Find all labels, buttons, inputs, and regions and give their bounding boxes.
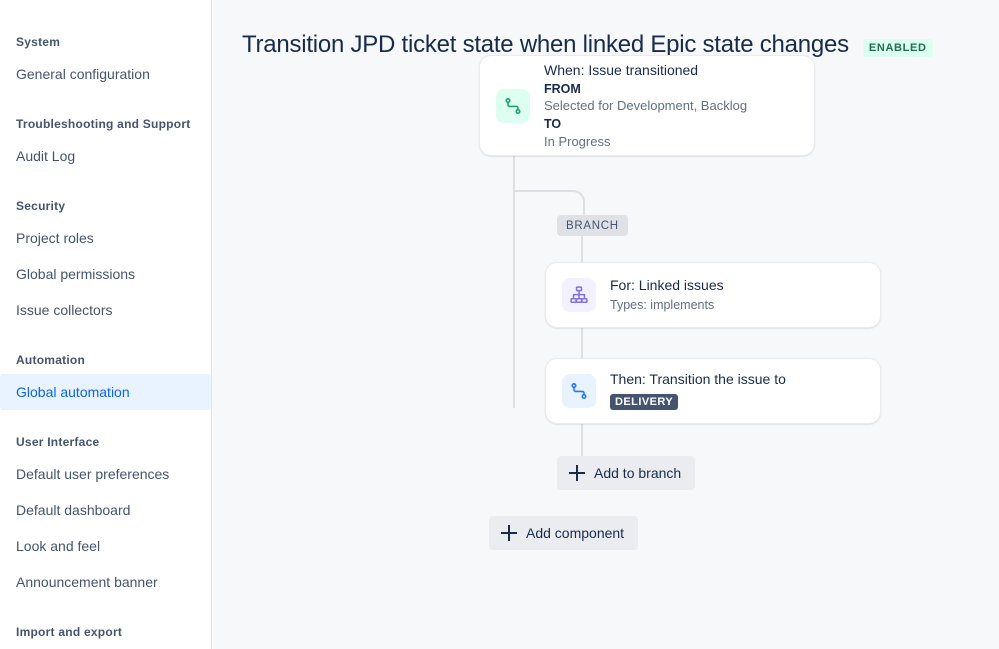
sidebar-section-system: System: [16, 35, 61, 49]
add-to-branch-button[interactable]: Add to branch: [557, 456, 696, 490]
sidebar-item-global-automation[interactable]: Global automation: [0, 374, 211, 410]
trigger-from-value: Selected for Development, Backlog: [544, 98, 748, 114]
branch-action-body: Then: Transition the issue to DELIVERY: [610, 370, 786, 411]
sidebar-item-default-dashboard[interactable]: Default dashboard: [0, 492, 211, 528]
trigger-from-label: FROM: [544, 81, 581, 96]
branch-condition-title: For: Linked issues: [610, 277, 724, 294]
branch-condition-card[interactable]: For: Linked issues Types: implements: [545, 262, 881, 328]
sidebar-section-troubleshooting-and-support: Troubleshooting and Support: [16, 117, 191, 131]
trigger-to-value: In Progress: [544, 133, 611, 149]
status-badge: ENABLED: [862, 39, 933, 57]
plus-icon: [569, 465, 585, 481]
branch-condition-subtitle: Types: implements: [610, 298, 715, 312]
sidebar-item-project-roles[interactable]: Project roles: [0, 220, 211, 256]
trigger-title: When: Issue transitioned: [544, 61, 699, 78]
automation-rule-canvas: When: Issue transitioned FROM Selected f…: [212, 55, 999, 620]
connector-branch-vertical-middle: [581, 328, 583, 358]
plus-icon: [501, 525, 517, 541]
main-content: Transition JPD ticket state when linked …: [212, 0, 999, 649]
add-to-branch-label: Add to branch: [594, 465, 682, 481]
sidebar-item-general-configuration[interactable]: General configuration: [0, 56, 211, 92]
branch-label: BRANCH: [557, 215, 628, 236]
trigger-card-body: When: Issue transitioned FROM Selected f…: [544, 61, 747, 151]
sidebar-section-import-and-export: Import and export: [16, 625, 123, 639]
sidebar-section-security: Security: [16, 199, 66, 213]
settings-sidebar: System General configuration Troubleshoo…: [0, 0, 212, 649]
add-component-button[interactable]: Add component: [489, 516, 639, 550]
branch-condition-body: For: Linked issues Types: implements: [610, 276, 724, 314]
branch-action-card[interactable]: Then: Transition the issue to DELIVERY: [545, 358, 881, 424]
transition-icon: [562, 374, 596, 408]
connector-trunk-vertical: [513, 156, 515, 408]
sidebar-item-global-permissions[interactable]: Global permissions: [0, 256, 211, 292]
sidebar-item-issue-collectors[interactable]: Issue collectors: [0, 292, 211, 328]
linked-issues-icon: [562, 278, 596, 312]
trigger-card[interactable]: When: Issue transitioned FROM Selected f…: [479, 55, 815, 156]
sidebar-item-audit-log[interactable]: Audit Log: [0, 138, 211, 174]
add-component-label: Add component: [526, 525, 625, 541]
sidebar-scroll-area[interactable]: System General configuration Troubleshoo…: [0, 0, 211, 646]
sidebar-section-user-interface: User Interface: [16, 435, 100, 449]
sidebar-item-default-user-preferences[interactable]: Default user preferences: [0, 456, 211, 492]
branch-action-title: Then: Transition the issue to: [610, 371, 786, 388]
app-root: System General configuration Troubleshoo…: [0, 0, 999, 649]
status-lozenge: DELIVERY: [610, 394, 679, 411]
page-header: Transition JPD ticket state when linked …: [212, 0, 999, 60]
sidebar-item-announcement-banner[interactable]: Announcement banner: [0, 564, 211, 600]
transition-icon: [496, 88, 530, 123]
connector-branch-vertical-bottom: [581, 424, 583, 456]
sidebar-section-automation: Automation: [16, 353, 86, 367]
trigger-to-label: TO: [544, 116, 562, 131]
sidebar-item-look-and-feel[interactable]: Look and feel: [0, 528, 211, 564]
